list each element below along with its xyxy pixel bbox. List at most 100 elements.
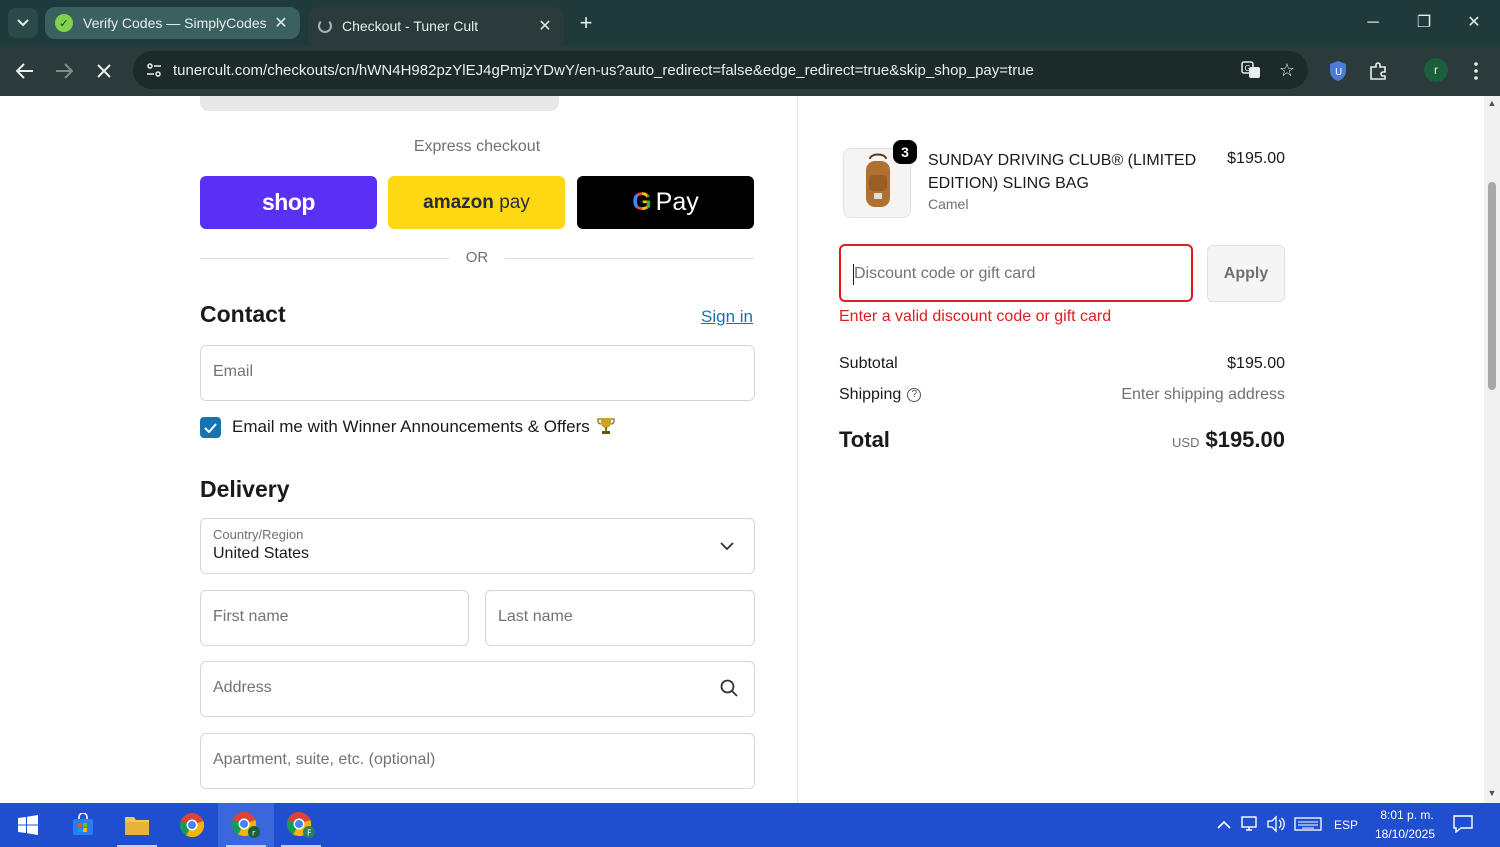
chrome-icon [179,813,205,838]
last-name-field[interactable]: Last name [485,590,755,646]
arrow-left-icon [15,63,33,79]
volume-icon[interactable] [1266,815,1286,835]
or-divider-label: OR [465,249,489,266]
total-currency: USD [1172,435,1200,450]
close-tab-icon[interactable]: ✕ [272,13,290,33]
quantity-badge: 3 [893,140,917,164]
clock-time[interactable]: 8:01 p. m. [1372,808,1442,822]
address-placeholder: Address [213,679,272,696]
url-text[interactable]: tunercult.com/checkouts/cn/hWN4H982pzYlE… [173,62,1236,79]
apply-discount-button[interactable]: Apply [1207,245,1285,302]
back-button[interactable] [10,56,40,86]
product-price: $195.00 [1227,150,1285,167]
site-settings-icon[interactable] [141,57,167,83]
input-language-indicator[interactable]: ESP [1334,818,1358,832]
close-window-button[interactable]: ✕ [1461,10,1487,36]
tab-search-dropdown-button[interactable] [8,8,38,38]
tab-checkout[interactable]: Checkout - Tuner Cult ✕ [308,6,564,46]
address-field[interactable]: Address [200,661,755,717]
amazon-pay-button[interactable]: amazon pay [388,176,565,229]
windows-logo-icon [18,815,38,835]
email-placeholder: Email [213,363,254,380]
chrome-profile-r-button[interactable]: r [218,803,274,847]
total-value-row: USD $195.00 [1050,427,1285,453]
address-bar[interactable]: tunercult.com/checkouts/cn/hWN4H982pzYlE… [133,51,1308,89]
more-menu-icon[interactable] [1463,58,1489,84]
checkmark-icon [204,422,217,433]
apartment-placeholder: Apartment, suite, etc. (optional) [213,751,436,768]
total-label: Total [839,427,890,452]
google-pay-button[interactable]: G Pay [577,176,754,229]
tab-simplycodes[interactable]: ✓ Verify Codes — SimplyCodes ✕ [45,7,300,39]
new-tab-button[interactable]: + [573,10,599,36]
file-explorer-button[interactable] [109,803,165,847]
discount-placeholder: Discount code or gift card [854,265,1036,282]
scroll-down-arrow-icon[interactable]: ▼ [1487,788,1497,798]
clock-date[interactable]: 18/10/2025 [1368,827,1442,841]
marketing-checkbox[interactable] [200,417,221,438]
help-icon[interactable]: ? [907,387,922,402]
chrome-button[interactable] [164,803,220,847]
stop-loading-button[interactable] [89,56,119,86]
delivery-heading: Delivery [200,476,290,502]
bookmark-star-icon[interactable]: ☆ [1272,55,1302,85]
tab-title: Checkout - Tuner Cult [342,18,479,34]
close-tab-icon[interactable]: ✕ [536,16,554,36]
browser-tab-bar: ✓ Verify Codes — SimplyCodes ✕ Checkout … [0,0,1500,46]
google-g-icon: G [632,188,652,216]
store-icon [73,813,93,835]
chrome-profile-f-button[interactable]: F [273,803,329,847]
svg-text:F: F [307,829,312,838]
shop-pay-logo: shop [262,189,315,215]
tab-title: Verify Codes — SimplyCodes [83,15,267,31]
microsoft-store-button[interactable] [55,803,111,847]
arrow-right-icon [56,63,74,79]
shipping-label-row: Shipping? [839,386,922,404]
extension-shield-icon[interactable]: U [1325,58,1351,84]
google-pay-label: Pay [655,188,699,216]
first-name-placeholder: First name [213,608,289,625]
notifications-icon[interactable] [1453,815,1473,835]
chevron-down-icon [720,536,740,556]
keyboard-icon[interactable] [1294,815,1322,835]
search-icon[interactable] [720,679,740,699]
minimize-button[interactable]: ─ [1360,10,1386,36]
product-variant: Camel [928,196,969,212]
translate-icon[interactable]: G [1236,55,1266,85]
page-scrollbar[interactable]: ▲ ▼ [1484,96,1500,803]
extensions-puzzle-icon[interactable] [1365,58,1391,84]
marketing-checkbox-label[interactable]: Email me with Winner Announcements & Off… [232,417,615,437]
chevron-down-icon [17,19,29,27]
shipping-value: Enter shipping address [1121,386,1285,403]
express-checkout-label: Express checkout [413,138,541,155]
country-region-value: United States [213,545,310,562]
simplycodes-favicon-icon: ✓ [55,14,73,32]
sign-in-link[interactable]: Sign in [701,307,753,327]
svg-text:G: G [1245,64,1251,73]
scroll-up-arrow-icon[interactable]: ▲ [1487,98,1497,108]
forward-button[interactable] [49,56,79,86]
discount-code-input[interactable]: Discount code or gift card [839,244,1193,302]
profile-avatar[interactable]: r [1424,58,1448,82]
contact-heading: Contact [200,301,286,327]
subtotal-label: Subtotal [839,355,898,372]
close-icon [97,64,111,78]
network-icon[interactable] [1240,815,1260,835]
start-button[interactable] [0,803,56,847]
country-region-label: Country/Region [213,527,304,542]
apartment-field[interactable]: Apartment, suite, etc. (optional) [200,733,755,789]
total-amount: $195.00 [1205,427,1285,452]
email-field[interactable]: Email [200,345,755,401]
country-region-select[interactable]: Country/Region United States [200,518,755,574]
loading-icon [318,19,332,33]
amazon-pay-logo: amazon pay [423,191,530,213]
discount-error-message: Enter a valid discount code or gift card [839,308,1112,325]
first-name-field[interactable]: First name [200,590,469,646]
trophy-icon [596,417,615,435]
browser-toolbar: tunercult.com/checkouts/cn/hWN4H982pzYlE… [0,46,1500,96]
restore-button[interactable]: ❐ [1411,10,1437,36]
scrollbar-thumb[interactable] [1488,182,1496,390]
scrolled-element-stub [200,96,559,111]
show-hidden-icons-chevron-up-icon[interactable] [1214,815,1234,835]
shop-pay-button[interactable]: shop [200,176,377,229]
